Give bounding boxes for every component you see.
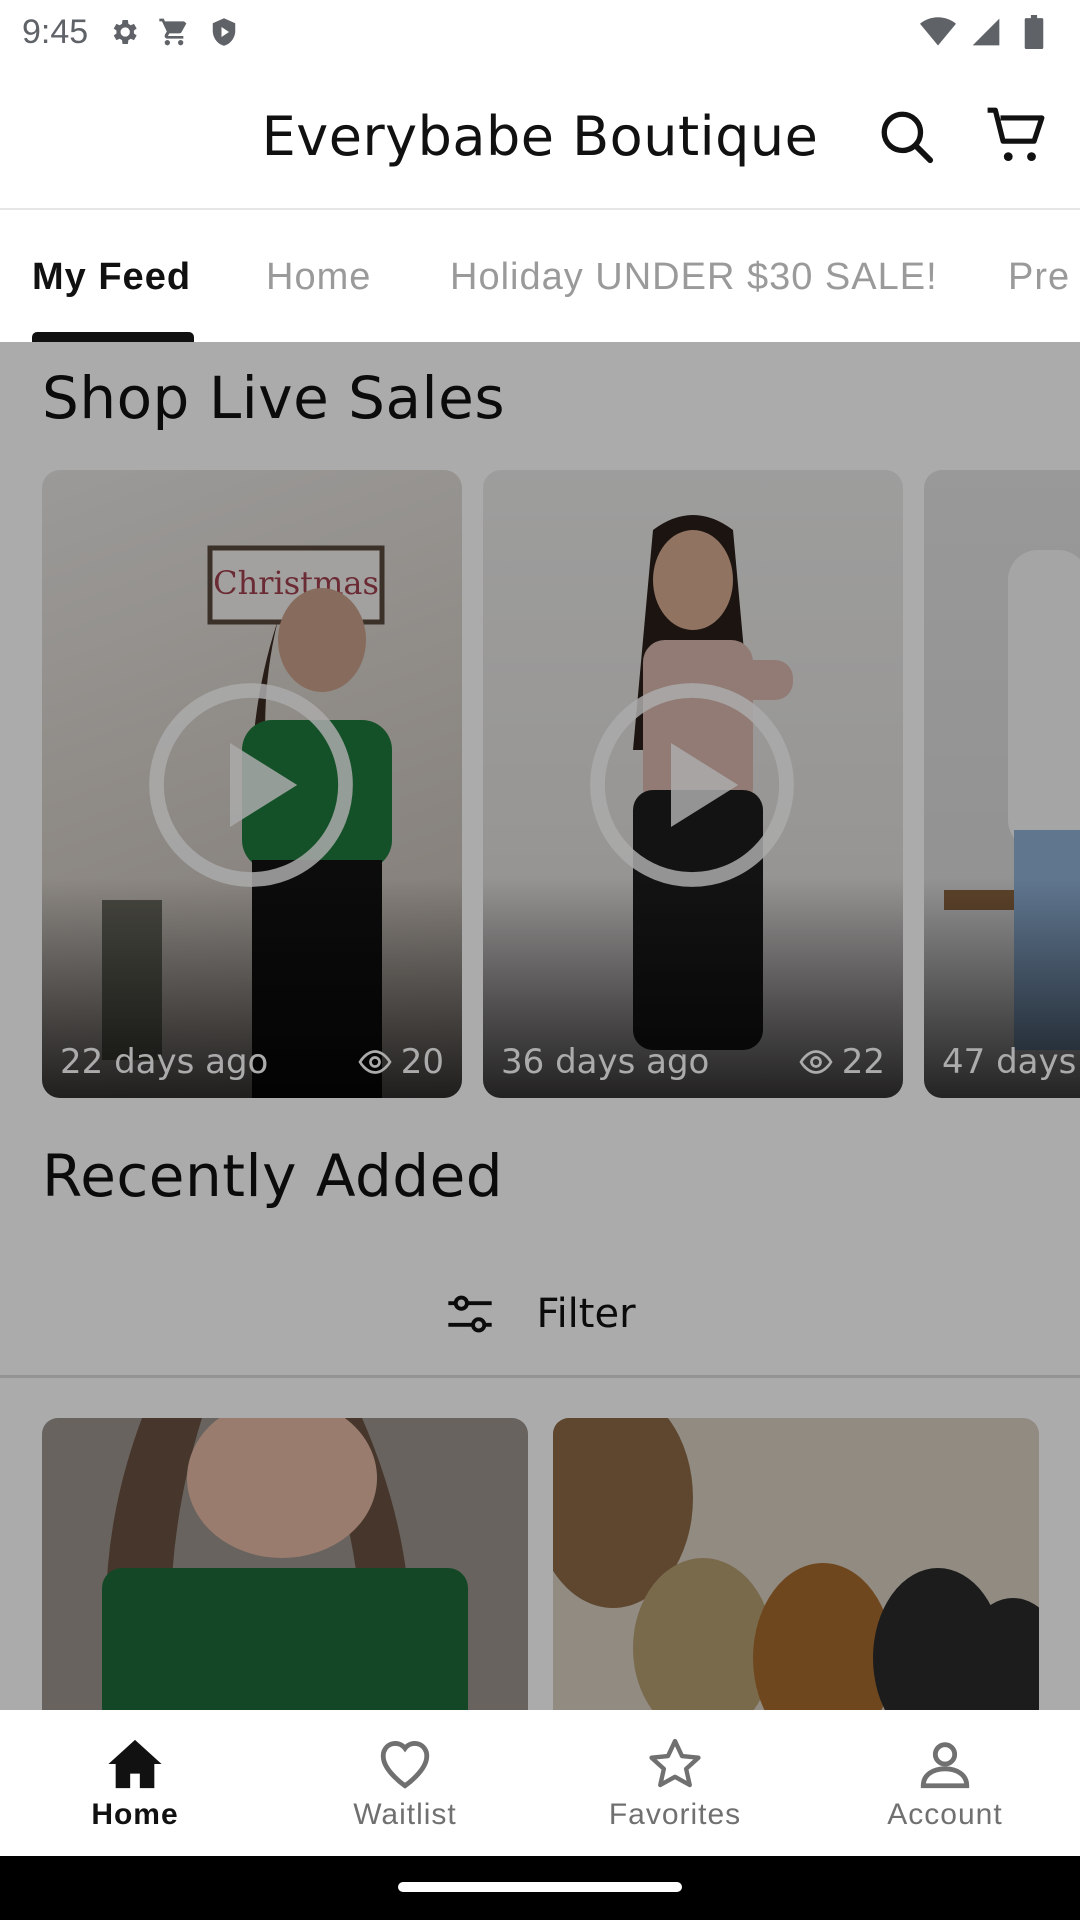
tab-pre[interactable]: Pre: [1008, 256, 1070, 299]
video-views: 22: [798, 1042, 885, 1082]
battery-icon: [1016, 14, 1052, 50]
gesture-bar: [0, 1856, 1080, 1920]
product-image: [42, 1418, 528, 1710]
shield-icon: [206, 14, 242, 50]
video-age: 22 days ago: [60, 1042, 269, 1082]
tab-bar: My Feed Home Holiday UNDER $30 SALE! Pre: [0, 210, 1080, 342]
filter-icon: [448, 1295, 493, 1332]
video-meta: 36 days ago 22: [501, 1042, 885, 1082]
status-bar: 9:45: [0, 0, 1080, 64]
heart-icon: [375, 1734, 435, 1794]
gesture-handle[interactable]: [398, 1882, 682, 1892]
cart-icon: [987, 107, 1045, 162]
eye-icon: [358, 1050, 392, 1074]
search-button[interactable]: [870, 100, 942, 172]
home-icon: [105, 1734, 165, 1794]
tab-holiday-sale[interactable]: Holiday UNDER $30 SALE!: [450, 256, 938, 299]
wifi-icon: [920, 14, 956, 50]
video-view-count: 20: [400, 1042, 444, 1082]
bottom-nav: Home Waitlist Favorites Account: [0, 1710, 1080, 1856]
live-video-card[interactable]: 36 days ago 22: [483, 470, 903, 1098]
tab-home[interactable]: Home: [266, 256, 371, 299]
product-card[interactable]: [42, 1418, 528, 1710]
live-video-card[interactable]: 47 days: [924, 470, 1080, 1098]
nav-label: Favorites: [608, 1798, 742, 1831]
video-age: 47 days: [942, 1042, 1077, 1082]
live-sales-title: Shop Live Sales: [42, 364, 506, 432]
cart-notification-icon: [156, 14, 192, 50]
nav-home[interactable]: Home: [0, 1710, 270, 1856]
status-time: 9:45: [22, 12, 89, 51]
video-views: 20: [357, 1042, 444, 1082]
nav-favorites[interactable]: Favorites: [540, 1710, 810, 1856]
signal-icon: [968, 14, 1004, 50]
video-meta: 22 days ago 20: [60, 1042, 444, 1082]
video-view-count: 22: [841, 1042, 885, 1082]
live-video-card[interactable]: Christmas 22 days ago 20: [42, 470, 462, 1098]
tab-my-feed[interactable]: My Feed: [32, 256, 191, 299]
nav-waitlist[interactable]: Waitlist: [270, 1710, 540, 1856]
eye-icon: [799, 1050, 833, 1074]
svg-text:Christmas: Christmas: [213, 564, 379, 602]
search-icon: [881, 111, 934, 164]
person-icon: [915, 1734, 975, 1794]
nav-account[interactable]: Account: [810, 1710, 1080, 1856]
video-age: 36 days ago: [501, 1042, 710, 1082]
tab-indicator: [32, 332, 194, 342]
product-image: [553, 1418, 1039, 1710]
product-card[interactable]: [553, 1418, 1039, 1710]
nav-label: Home: [91, 1798, 179, 1831]
play-icon[interactable]: [587, 680, 797, 890]
filter-button[interactable]: Filter: [0, 1252, 1080, 1378]
gear-icon: [106, 14, 142, 50]
star-icon: [645, 1734, 705, 1794]
feed-content[interactable]: Shop Live Sales Christmas 22 days ago 20: [0, 342, 1080, 1710]
play-icon[interactable]: [146, 680, 356, 890]
video-meta: 47 days: [942, 1042, 1076, 1082]
nav-label: Waitlist: [353, 1798, 457, 1831]
recently-added-title: Recently Added: [42, 1142, 504, 1210]
cart-button[interactable]: [980, 100, 1052, 172]
app-header: Everybabe Boutique: [0, 64, 1080, 210]
nav-label: Account: [887, 1798, 1003, 1831]
filter-label: Filter: [536, 1290, 636, 1337]
